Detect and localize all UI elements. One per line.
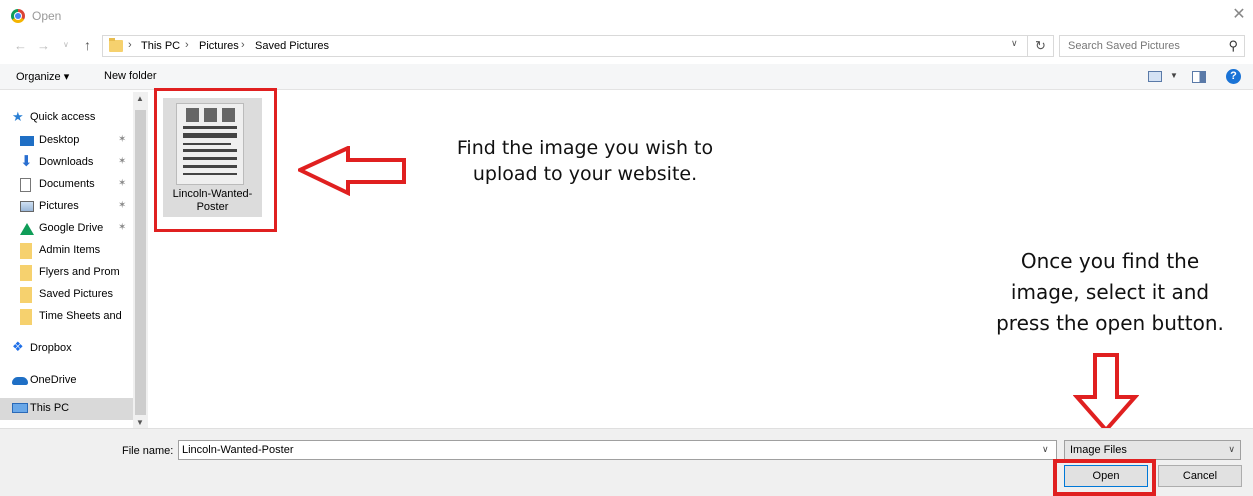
folder-icon	[20, 309, 32, 325]
sidebar-item-label: Dropbox	[30, 342, 72, 354]
file-type-select[interactable]: Image Files ∨	[1064, 440, 1241, 460]
sidebar-item-this-pc[interactable]: This PC	[0, 398, 133, 420]
annotation-highlight-box	[1053, 459, 1156, 496]
sidebar-item-label: Downloads	[39, 156, 94, 168]
sidebar-item-label: Saved Pictures	[39, 288, 113, 300]
sidebar-item-label: Flyers and Prom	[39, 266, 120, 278]
preview-pane-icon[interactable]	[1192, 71, 1206, 83]
pictures-icon	[20, 201, 34, 212]
back-arrow-icon[interactable]: ←	[14, 38, 27, 53]
title-bar: Open ✕	[0, 0, 1253, 32]
sidebar-item-desktop[interactable]: Desktop ✶	[0, 130, 133, 152]
folder-icon	[20, 243, 32, 259]
sidebar-item-saved-pictures[interactable]: Saved Pictures	[0, 284, 133, 306]
breadcrumb-separator: ›	[128, 39, 132, 51]
chevron-down-icon: ∨	[1228, 444, 1235, 454]
scroll-up-icon[interactable]: ▲	[136, 94, 144, 103]
annotation-left-arrow	[298, 146, 406, 196]
breadcrumb-separator[interactable]: ›	[185, 39, 189, 51]
sidebar-item-pictures[interactable]: Pictures ✶	[0, 196, 133, 218]
organize-button[interactable]: Organize ▾	[16, 70, 69, 83]
sidebar-item-admin-items[interactable]: Admin Items	[0, 240, 133, 262]
sidebar-item-label: Desktop	[39, 134, 80, 146]
folder-icon	[20, 287, 32, 303]
view-options-chevron-icon[interactable]: ▼	[1170, 71, 1178, 80]
search-input[interactable]: Search Saved Pictures ⚲	[1059, 35, 1245, 57]
recent-locations-chevron-icon[interactable]: ∨	[63, 40, 69, 49]
pin-icon: ✶	[118, 222, 127, 233]
documents-icon	[20, 178, 31, 192]
forward-arrow-icon[interactable]: →	[37, 38, 50, 53]
sidebar-item-flyers-and-prom[interactable]: Flyers and Prom	[0, 262, 133, 284]
onedrive-icon	[12, 377, 28, 385]
pin-icon: ✶	[118, 134, 127, 145]
cancel-button[interactable]: Cancel	[1158, 465, 1242, 487]
chrome-icon	[11, 9, 25, 23]
annotation-down-arrow	[1073, 353, 1139, 433]
instruction-press-open: Once you find the image, select it and p…	[996, 249, 1224, 335]
sidebar-item-label: Time Sheets and	[39, 310, 122, 322]
instruction-find-image: Find the image you wish to upload to you…	[456, 137, 714, 185]
google-drive-icon	[20, 223, 34, 235]
file-name-input[interactable]	[178, 440, 1057, 460]
toolbar: Organize ▾ New folder ▼ ?	[0, 64, 1253, 90]
breadcrumb-pictures[interactable]: Pictures	[199, 40, 239, 52]
search-placeholder: Search Saved Pictures	[1068, 40, 1180, 52]
file-name-label: File name:	[122, 445, 174, 457]
file-type-value: Image Files	[1070, 444, 1127, 456]
folder-icon	[109, 38, 123, 52]
sidebar-item-dropbox[interactable]: ❖ Dropbox	[0, 338, 133, 360]
pin-icon: ✶	[118, 156, 127, 167]
sidebar-item-label: Quick access	[30, 111, 96, 123]
dropbox-icon: ❖	[12, 339, 24, 354]
window-title: Open	[32, 9, 62, 23]
breadcrumb-this-pc[interactable]: This PC	[141, 40, 180, 52]
star-icon: ★	[12, 109, 24, 124]
new-folder-button[interactable]: New folder	[104, 70, 157, 82]
desktop-icon	[20, 136, 34, 146]
breadcrumb-separator[interactable]: ›	[241, 39, 245, 51]
sidebar-item-label: Admin Items	[39, 244, 101, 256]
up-arrow-icon[interactable]: ↑	[84, 37, 91, 53]
sidebar-item-onedrive[interactable]: OneDrive	[0, 370, 133, 392]
download-icon: ⬇	[20, 153, 33, 170]
breadcrumb-saved-pictures[interactable]: Saved Pictures	[255, 40, 329, 52]
refresh-icon[interactable]: ↻	[1028, 35, 1054, 57]
sidebar-item-label: OneDrive	[30, 374, 77, 386]
sidebar-item-quick-access[interactable]: ★ Quick access	[0, 107, 133, 129]
sidebar-item-label: This PC	[30, 402, 70, 414]
sidebar-item-label: Google Drive	[39, 222, 104, 234]
sidebar-item-downloads[interactable]: ⬇ Downloads ✶	[0, 152, 133, 174]
search-icon: ⚲	[1228, 38, 1238, 53]
annotation-highlight-box	[154, 88, 277, 232]
pin-icon: ✶	[118, 200, 127, 211]
change-view-icon[interactable]	[1148, 71, 1162, 82]
sidebar-item-google-drive[interactable]: Google Drive ✶	[0, 218, 133, 240]
pin-icon: ✶	[118, 178, 127, 189]
folder-icon	[20, 265, 32, 281]
address-bar[interactable]: › This PC › Pictures › Saved Pictures	[102, 35, 1028, 57]
scroll-down-icon[interactable]: ▼	[136, 418, 144, 427]
sidebar-item-label: Documents	[39, 178, 95, 190]
sidebar-scroll-thumb[interactable]	[135, 110, 146, 415]
address-dropdown-icon[interactable]: ∨	[1011, 38, 1018, 49]
close-button[interactable]: ✕	[1228, 4, 1250, 26]
sidebar-item-time-sheets-and[interactable]: Time Sheets and	[0, 306, 133, 328]
this-pc-icon	[12, 403, 28, 413]
help-icon[interactable]: ?	[1226, 69, 1241, 84]
sidebar-item-label: Pictures	[39, 200, 79, 212]
sidebar-item-documents[interactable]: Documents ✶	[0, 174, 133, 196]
file-name-history-chevron-icon[interactable]: ∨	[1042, 444, 1049, 455]
